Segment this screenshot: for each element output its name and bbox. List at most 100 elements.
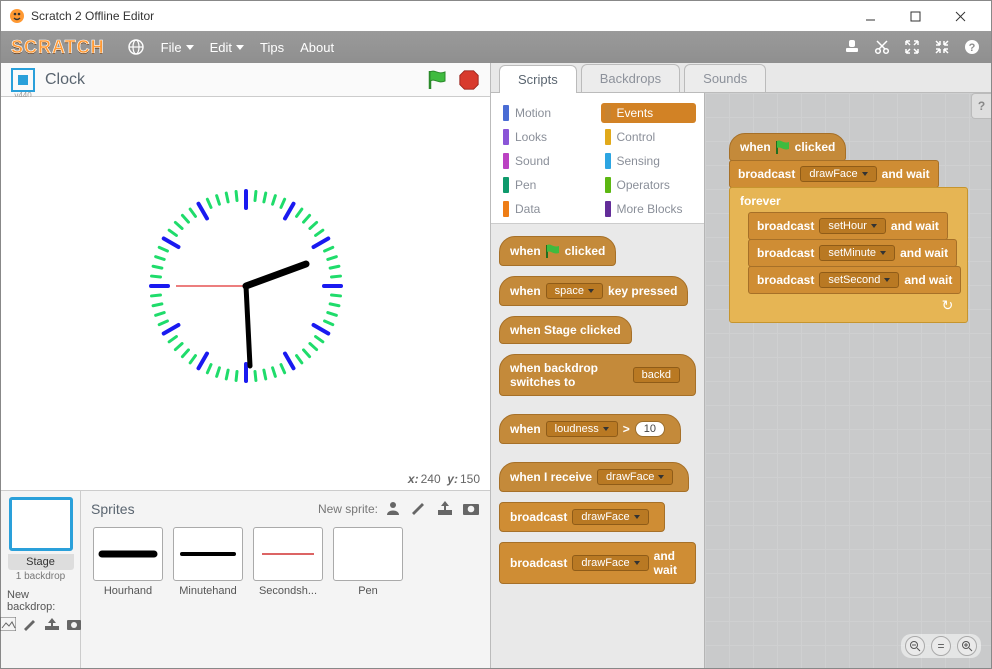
sprite-name: Pen [332, 585, 404, 597]
window-close-button[interactable] [938, 2, 983, 30]
palette-when-loudness-gt[interactable]: whenloudness>10 [499, 414, 681, 444]
sensor-dropdown[interactable]: loudness [546, 421, 618, 437]
mouse-coordinates: x:240 y:150 [408, 472, 480, 486]
block-broadcast-wait[interactable]: broadcastsetMinuteand wait [748, 239, 957, 267]
sprite-library-button[interactable] [384, 500, 402, 519]
backdrop-camera-button[interactable] [66, 617, 82, 634]
palette-when-backdrop-switches[interactable]: when backdrop switches tobackd [499, 354, 696, 396]
menu-edit[interactable]: Edit [210, 40, 244, 55]
sprite-name: Minutehand [172, 585, 244, 597]
sprite-list: Hourhand Minutehand Secondsh... Pen [91, 527, 480, 597]
upload-icon [436, 500, 454, 516]
zoom-reset-button[interactable]: = [931, 636, 951, 656]
backdrop-library-button[interactable] [0, 617, 16, 634]
category-more-blocks[interactable]: More Blocks [601, 199, 697, 219]
category-motion[interactable]: Motion [499, 103, 595, 123]
scissors-icon [874, 39, 890, 55]
question-icon: ? [964, 39, 980, 55]
fullscreen-button[interactable]: v440 [11, 68, 35, 92]
sprite-paint-button[interactable] [410, 500, 428, 519]
zoom-out-icon [909, 640, 921, 652]
block-broadcast-wait[interactable]: broadcastsetSecondand wait [748, 266, 961, 294]
script-stack[interactable]: whenclicked broadcastdrawFaceand wait fo… [729, 133, 968, 323]
zoom-out-button[interactable] [905, 636, 925, 656]
sprite-minutehand[interactable]: Minutehand [171, 527, 245, 597]
palette-when-flag-clicked[interactable]: whenclicked [499, 236, 616, 266]
sprite-pen[interactable]: Pen [331, 527, 405, 597]
category-label: Control [617, 130, 656, 144]
category-control[interactable]: Control [601, 127, 697, 147]
palette-broadcast[interactable]: broadcastdrawFace [499, 502, 665, 532]
category-events[interactable]: Events [601, 103, 697, 123]
category-pen[interactable]: Pen [499, 175, 595, 195]
menu-tips[interactable]: Tips [260, 40, 284, 55]
menu-file[interactable]: File [161, 40, 194, 55]
palette-broadcast-wait[interactable]: broadcastdrawFaceand wait [499, 542, 696, 584]
block-broadcast-drawface-wait[interactable]: broadcastdrawFaceand wait [729, 160, 939, 188]
stage-canvas[interactable]: x:240 y:150 [1, 97, 490, 491]
message-dropdown[interactable]: setSecond [819, 272, 899, 288]
backdrop-paint-button[interactable] [22, 617, 38, 634]
palette-when-stage-clicked[interactable]: when Stage clicked [499, 316, 632, 344]
message-dropdown[interactable]: drawFace [597, 469, 673, 485]
sprite-camera-button[interactable] [462, 500, 480, 519]
category-swatch [503, 153, 509, 169]
threshold-input[interactable]: 10 [635, 421, 665, 437]
shrink-tool-button[interactable] [933, 38, 951, 56]
menu-about-label: About [300, 40, 334, 55]
category-sound[interactable]: Sound [499, 151, 595, 171]
backdrop-dropdown[interactable]: backd [633, 367, 680, 383]
category-operators[interactable]: Operators [601, 175, 697, 195]
category-label: Motion [515, 106, 551, 120]
menu-about[interactable]: About [300, 40, 334, 55]
message-dropdown[interactable]: setMinute [819, 245, 895, 261]
tab-sounds[interactable]: Sounds [684, 64, 766, 92]
backdrop-upload-button[interactable] [44, 617, 60, 634]
stamp-tool-button[interactable] [843, 38, 861, 56]
caret-down-icon [236, 45, 244, 50]
block-forever[interactable]: forever broadcastsetHourand waitbroadcas… [729, 187, 968, 323]
scripts-area[interactable]: ? whenclicked broadcastdrawFaceand wait … [705, 93, 991, 668]
key-dropdown[interactable]: space [546, 283, 603, 299]
palette-when-receive[interactable]: when I receivedrawFace [499, 462, 689, 492]
stop-button[interactable] [458, 69, 480, 91]
category-sensing[interactable]: Sensing [601, 151, 697, 171]
scissors-tool-button[interactable] [873, 38, 891, 56]
menubar: SCRATCH File Edit Tips About ? [1, 31, 991, 63]
picture-icon [0, 617, 16, 631]
category-data[interactable]: Data [499, 199, 595, 219]
green-flag-button[interactable] [426, 68, 450, 92]
brush-icon [410, 500, 428, 516]
sprite-hourhand[interactable]: Hourhand [91, 527, 165, 597]
hour-hand [246, 264, 306, 286]
sprite-upload-button[interactable] [436, 500, 454, 519]
menu-tips-label: Tips [260, 40, 284, 55]
window-titlebar: Scratch 2 Offline Editor [1, 1, 991, 31]
category-swatch [503, 129, 509, 145]
green-flag-icon [774, 139, 792, 155]
message-dropdown[interactable]: drawFace [800, 166, 876, 182]
message-dropdown[interactable]: drawFace [572, 509, 648, 525]
zoom-in-button[interactable] [957, 636, 977, 656]
window-maximize-button[interactable] [893, 2, 938, 30]
help-tool-button[interactable]: ? [963, 38, 981, 56]
message-dropdown[interactable]: drawFace [572, 555, 648, 571]
language-globe-button[interactable] [127, 38, 145, 56]
forever-label: forever [736, 192, 961, 210]
sprite-secondhand[interactable]: Secondsh... [251, 527, 325, 597]
category-label: Data [515, 202, 540, 216]
window-minimize-button[interactable] [848, 2, 893, 30]
message-dropdown[interactable]: setHour [819, 218, 886, 234]
tab-scripts[interactable]: Scripts [499, 65, 577, 93]
grow-tool-button[interactable] [903, 38, 921, 56]
stage-thumbnail[interactable] [9, 497, 73, 551]
tab-backdrops[interactable]: Backdrops [581, 64, 680, 92]
block-broadcast-wait[interactable]: broadcastsetHourand wait [748, 212, 948, 240]
category-looks[interactable]: Looks [499, 127, 595, 147]
block-when-flag-clicked[interactable]: whenclicked [729, 133, 846, 161]
help-drawer-toggle[interactable]: ? [971, 93, 991, 119]
palette-when-key-pressed[interactable]: whenspacekey pressed [499, 276, 688, 306]
project-title[interactable]: Clock [45, 71, 426, 89]
category-swatch [503, 177, 509, 193]
zoom-in-icon [961, 640, 973, 652]
